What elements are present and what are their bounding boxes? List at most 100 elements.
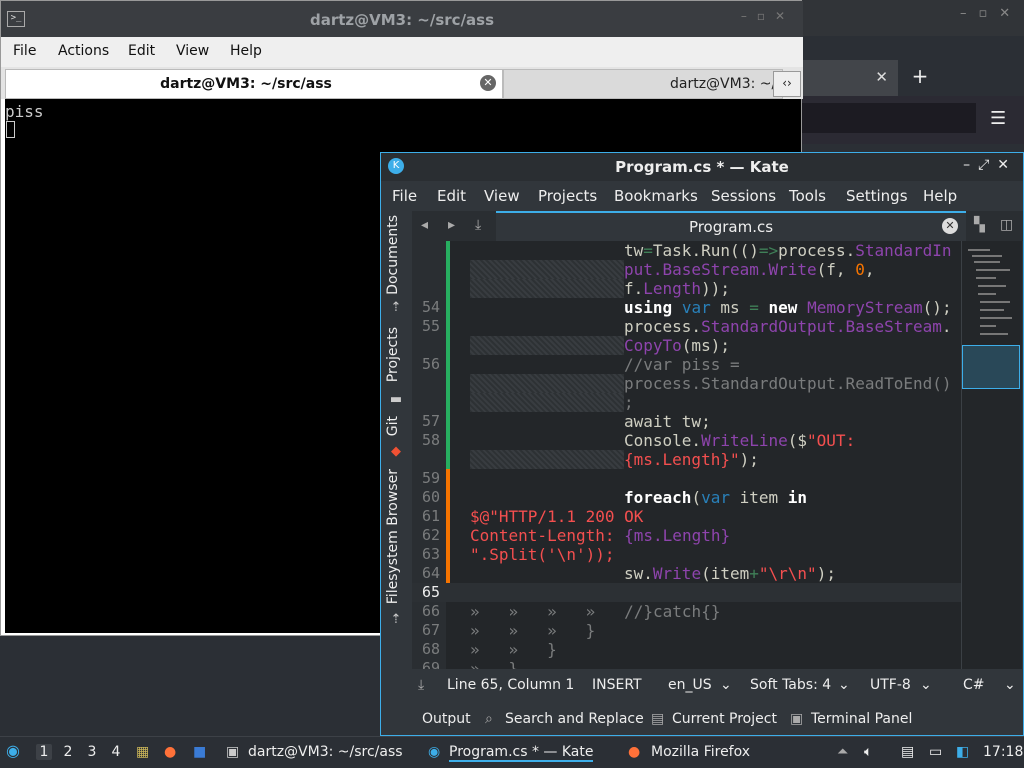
task-kate[interactable]: Program.cs * — Kate [449,744,594,762]
tray-arrow-icon[interactable]: ⏶ [837,744,848,760]
dictionary-select[interactable]: en_US [668,677,712,693]
terminal-tab-active[interactable]: dartz@VM3: ~/src/ass ✕ [5,69,503,99]
menu-settings[interactable]: Settings [846,187,908,205]
app-launcher-icon[interactable]: ◉ [6,741,20,760]
terminal-icon: ▣ [790,711,804,727]
volume-icon[interactable]: 🔈︎ [864,744,872,760]
line-number: 57 [421,412,440,430]
line-number: 64 [421,564,440,582]
kate-title: Program.cs * — Kate [615,158,789,176]
tab-scroll-arrows-icon[interactable]: ‹› [773,71,801,97]
menu-edit[interactable]: Edit [128,43,155,59]
clock[interactable]: 17:18 [983,744,1023,760]
toolview-output[interactable]: Output [422,711,471,727]
chevron-down-icon[interactable]: ⌄ [920,677,932,693]
kate-titlebar[interactable]: K Program.cs * — Kate –⤢✕ [381,153,1023,181]
taskbar: ◉ 1 2 3 4 ▦ ● ■ ▣ dartz@VM3: ~/src/ass ◉… [0,736,1024,768]
workspace-3[interactable]: 3 [84,744,100,760]
clipboard-icon[interactable]: ▤ [901,744,914,760]
menu-file[interactable]: File [13,43,36,59]
sidebar-tab-projects[interactable]: Projects [385,327,401,382]
tab-label: dartz@VM3: ~/src/ass [160,76,332,92]
forward-arrow-icon[interactable]: ▸ [448,217,455,233]
kate-statusbar: ⤓ Line 65, Column 1 INSERT en_US ⌄ Soft … [412,669,1023,701]
toolview-current-project[interactable]: Current Project [672,711,777,727]
workspace-1[interactable]: 1 [36,744,52,760]
chevron-down-icon[interactable]: ⌄ [720,677,732,693]
file-manager-icon[interactable]: ▦ [136,744,149,760]
menu-view[interactable]: View [484,187,520,205]
back-arrow-icon[interactable]: ◂ [421,217,428,233]
line-number: 61 [421,507,440,525]
firefox-url-bar[interactable] [802,103,976,133]
network-icon[interactable]: ◧ [956,744,969,760]
upload-icon[interactable]: ⇡ [389,301,403,315]
menu-projects[interactable]: Projects [538,187,597,205]
toolview-terminal-panel[interactable]: Terminal Panel [811,711,912,727]
folder-icon[interactable]: ▬ [389,393,403,407]
menu-bookmarks[interactable]: Bookmarks [614,187,698,205]
line-number: 56 [421,355,440,373]
kate-window-controls[interactable]: –⤢✕ [963,157,1017,173]
layout-icon[interactable]: ◫ [1000,217,1013,233]
menu-actions[interactable]: Actions [58,43,109,59]
line-number: 67 [421,621,440,639]
firefox-tab[interactable]: ✕ [802,60,898,96]
workspace-2[interactable]: 2 [60,744,76,760]
kate-toolview-bar: Output ⌕ Search and Replace ▤ Current Pr… [381,705,1023,735]
download-icon[interactable]: ⤓ [418,677,424,693]
code-editor[interactable]: tw=Task.Run(()=>process.StandardIn put.B… [412,241,990,669]
chevron-down-icon[interactable]: ⌄ [838,677,850,693]
indentation-select[interactable]: Soft Tabs: 4 [750,677,831,693]
git-icon[interactable]: ◆ [389,445,403,459]
line-number: 60 [421,488,440,506]
terminal-tab-second[interactable]: dartz@VM3: ~/ [503,69,783,99]
new-tab-icon[interactable]: + [908,64,932,92]
close-tab-icon[interactable]: ✕ [480,75,496,91]
minimap-viewport[interactable] [962,345,1020,389]
firefox-icon[interactable]: ● [164,744,176,760]
menu-sessions[interactable]: Sessions [711,187,776,205]
cursor-position[interactable]: Line 65, Column 1 [447,677,574,693]
close-tab-icon[interactable]: ✕ [942,218,958,234]
menu-view[interactable]: View [176,43,209,59]
close-icon[interactable]: ✕ [875,68,888,86]
chevron-down-icon[interactable]: ⌄ [1004,677,1016,693]
sidebar-tab-documents[interactable]: Documents [385,215,401,295]
menu-file[interactable]: File [392,187,417,205]
terminal-title: dartz@VM3: ~/src/ass [309,11,495,29]
sidebar-tab-filesystem-browser[interactable]: Filesystem Browser [385,469,401,604]
download-icon[interactable]: ⤓ [475,217,481,233]
display-icon[interactable]: ▭ [929,744,942,760]
kate-tabbar: ◂ ▸ ⤓ Program.cs ✕ ▚ ◫ [412,211,1023,241]
terminal-cursor [6,121,15,138]
tab-label: dartz@VM3: ~/ [670,76,777,92]
terminal-window-controls[interactable]: –▫✕ [741,9,795,23]
task-firefox[interactable]: Mozilla Firefox [651,744,750,760]
menu-edit[interactable]: Edit [437,187,466,205]
encoding-select[interactable]: UTF-8 [870,677,911,693]
line-number: 59 [421,469,440,487]
syntax-select[interactable]: C# [963,677,985,693]
line-number: 58 [421,431,440,449]
menu-tools[interactable]: Tools [789,187,826,205]
task-terminal[interactable]: dartz@VM3: ~/src/ass [248,744,403,760]
project-icon: ▤ [651,711,665,727]
workspace-4[interactable]: 4 [108,744,124,760]
upload-icon[interactable]: ⇡ [389,613,403,627]
sidebar-tab-git[interactable]: Git [385,416,401,436]
desktop-icon[interactable]: ■ [193,744,206,760]
hamburger-menu-icon[interactable]: ☰ [990,108,1006,129]
input-mode[interactable]: INSERT [592,677,642,693]
line-number: 55 [421,317,440,335]
menu-help[interactable]: Help [923,187,957,205]
document-tab[interactable]: Program.cs ✕ [496,211,966,241]
terminal-tabbar: dartz@VM3: ~/src/ass ✕ dartz@VM3: ~/ ‹› [1,67,803,99]
split-view-icon[interactable]: ▚ [974,217,985,233]
code-minimap[interactable] [961,241,1022,669]
menu-help[interactable]: Help [230,43,262,59]
firefox-window-controls[interactable]: –▫✕ [960,6,1022,21]
line-number: 63 [421,545,440,563]
toolview-search-replace[interactable]: Search and Replace [505,711,644,727]
terminal-titlebar[interactable]: >_ dartz@VM3: ~/src/ass –▫✕ [1,1,803,37]
